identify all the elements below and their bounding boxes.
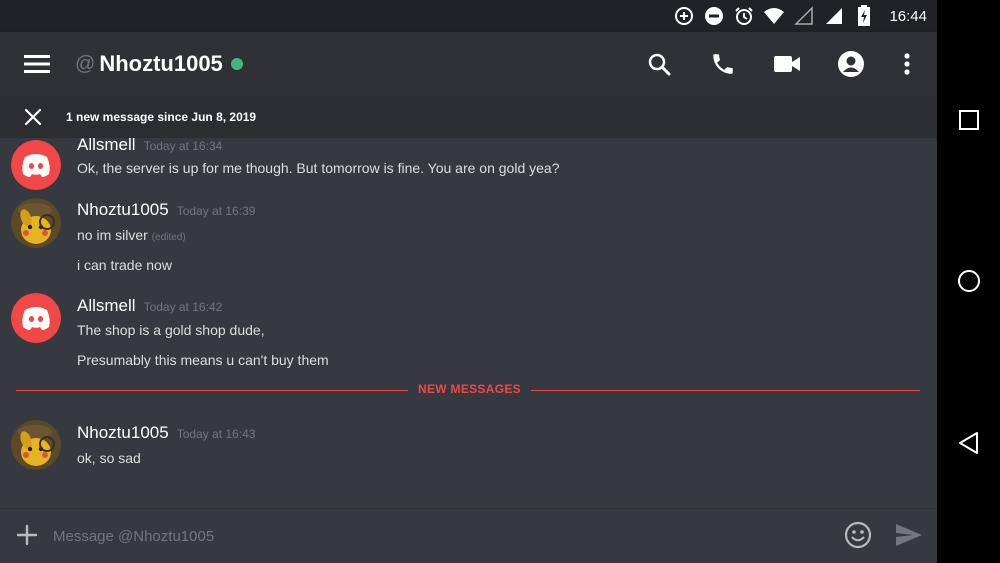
more-options-icon[interactable] [893,50,921,78]
signal-icon [823,5,845,27]
phone-call-icon[interactable] [709,50,737,78]
avatar[interactable] [11,140,61,190]
recent-apps-button[interactable] [956,107,982,133]
new-message-text: 1 new message since Jun 8, 2019 [66,110,257,124]
battery-charging-icon [853,5,875,27]
message-composer [0,508,937,563]
new-messages-label: NEW MESSAGES [408,382,531,396]
message-timestamp: Today at 16:43 [176,427,256,441]
message-timestamp: Today at 16:39 [176,204,256,218]
message-text: no im silver (edited) [77,227,186,243]
signal-icon [793,5,815,27]
alarm-icon [733,5,755,27]
new-message-bar[interactable]: 1 new message since Jun 8, 2019 [0,96,937,138]
channel-title[interactable]: @ Nhoztu1005 [75,50,243,78]
message-text: i can trade now [77,257,172,273]
discord-logo-icon [11,293,61,343]
message-input[interactable] [53,521,813,551]
do-not-disturb-icon [703,5,725,27]
add-attachment-icon[interactable] [14,522,40,548]
channel-header: @ Nhoztu1005 [0,32,937,96]
search-icon[interactable] [645,50,673,78]
discord-logo-icon [11,140,61,190]
message-author[interactable]: Allsmell Today at 16:42 [77,296,222,316]
avatar[interactable] [11,293,61,343]
video-call-icon[interactable] [773,50,801,78]
pikachu-avatar-icon [11,420,61,470]
send-icon[interactable] [894,521,924,549]
back-button[interactable] [956,430,982,456]
close-icon[interactable] [0,96,66,138]
edited-label: (edited) [151,232,186,243]
status-bar: 16:44 [0,0,937,32]
user-profile-icon[interactable] [837,50,865,78]
message-text: ok, so sad [77,450,141,466]
at-symbol: @ [75,52,96,75]
message-text: The shop is a gold shop dude, [77,322,265,338]
message-text: Ok, the server is up for me though. But … [77,160,560,176]
emoji-icon[interactable] [843,520,873,550]
message-author[interactable]: Allsmell Today at 16:34 [77,138,222,155]
android-nav-bar [937,0,1000,563]
message-author[interactable]: Nhoztu1005 Today at 16:39 [77,200,255,220]
status-time: 16:44 [889,7,927,25]
avatar[interactable] [11,198,61,248]
channel-name: Nhoztu1005 [99,51,223,76]
avatar[interactable] [11,420,61,470]
message-text: Presumably this means u can't buy them [77,352,329,368]
pikachu-avatar-icon [11,198,61,248]
wifi-icon [763,5,785,27]
menu-icon[interactable] [23,50,51,78]
message-author[interactable]: Nhoztu1005 Today at 16:43 [77,423,255,443]
data-saver-icon [673,5,695,27]
message-timestamp: Today at 16:42 [143,300,223,314]
message-timestamp: Today at 16:34 [143,139,223,153]
message-list[interactable]: Allsmell Today at 16:34 Ok, the server is… [0,138,937,508]
online-status-dot [230,58,243,70]
home-button[interactable] [956,268,982,294]
